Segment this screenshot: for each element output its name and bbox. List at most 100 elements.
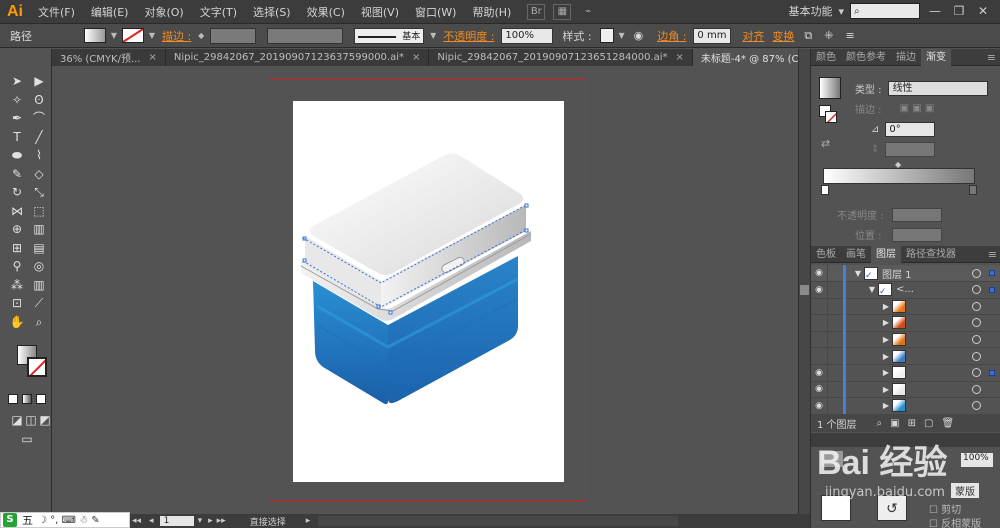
panel-menu-icon[interactable]: ≡ bbox=[846, 29, 855, 42]
aspect-ratio-field[interactable] bbox=[885, 142, 936, 157]
visibility-eye-icon[interactable]: ◉ bbox=[811, 401, 827, 411]
eraser-icon[interactable]: ◇ bbox=[30, 166, 48, 182]
pencil-icon[interactable]: ✎ bbox=[8, 166, 26, 182]
new-sublayer-icon[interactable]: ⊞ bbox=[908, 418, 916, 429]
corner-label[interactable]: 边角 : bbox=[657, 28, 686, 44]
rotate-tool-icon[interactable]: ↻ bbox=[8, 184, 26, 200]
canvas-vertical-scrollbar[interactable] bbox=[798, 49, 810, 514]
stroke-weight-label[interactable]: 描边 : bbox=[162, 28, 191, 44]
opacity-label[interactable]: 不透明度 : bbox=[443, 28, 494, 44]
layer-row[interactable]: ▶ bbox=[811, 297, 1000, 316]
layer-row[interactable]: ◉ ▶ bbox=[811, 397, 1000, 415]
gradient-midpoint-icon[interactable]: ◆ bbox=[895, 160, 901, 169]
visibility-eye-icon[interactable]: ◉ bbox=[811, 368, 827, 378]
gradient-stop-right[interactable] bbox=[969, 185, 977, 195]
target-circle-icon[interactable] bbox=[972, 351, 981, 361]
stroke-gradient-option-icon[interactable]: ▣ ▣ ▣ bbox=[900, 103, 935, 114]
gradient-slider[interactable] bbox=[823, 168, 975, 184]
locate-object-icon[interactable]: ⌕ bbox=[877, 418, 883, 429]
color-tab-2[interactable]: 描边 bbox=[891, 49, 921, 66]
align-link[interactable]: 对齐 bbox=[742, 28, 764, 44]
expand-triangle-icon[interactable]: ▶ bbox=[880, 335, 892, 344]
menu-item-8[interactable]: 帮助(H) bbox=[472, 4, 511, 20]
selection-indicator[interactable] bbox=[989, 369, 995, 376]
ellipse-tool-icon[interactable]: ⬬ bbox=[8, 147, 26, 163]
scrollbar-thumb[interactable] bbox=[800, 285, 809, 295]
target-circle-icon[interactable] bbox=[972, 268, 981, 278]
gradient-mode-icon[interactable] bbox=[22, 394, 32, 404]
none-mode-icon[interactable] bbox=[36, 394, 46, 404]
next-page-icon[interactable]: ▸ bbox=[208, 516, 213, 526]
color-mode-icon[interactable] bbox=[8, 394, 18, 404]
brush-definition-field[interactable]: 基本 bbox=[354, 27, 425, 44]
symbol-sprayer-icon[interactable]: ⁂ bbox=[8, 277, 26, 293]
lock-toggle[interactable] bbox=[827, 364, 843, 382]
lock-toggle[interactable] bbox=[827, 281, 843, 299]
lasso-icon[interactable]: ʘ bbox=[30, 92, 48, 108]
color-tab-0[interactable]: 颜色 bbox=[811, 49, 841, 66]
gradient-type-select[interactable]: 线性 bbox=[887, 81, 988, 96]
gradient-angle-field[interactable]: 0° bbox=[885, 122, 936, 137]
puppet-warp-icon[interactable]: ⁜ bbox=[824, 29, 833, 42]
layer-row[interactable]: ◉ ▶ bbox=[811, 380, 1000, 399]
last-page-icon[interactable]: ▸▸ bbox=[217, 516, 226, 526]
stroke-mini-icon[interactable] bbox=[825, 111, 837, 123]
layer-row[interactable]: ▶ bbox=[811, 314, 1000, 332]
selection-tool-icon[interactable]: ➤ bbox=[8, 73, 26, 89]
make-clipping-mask-icon[interactable]: ▣ bbox=[890, 418, 899, 429]
visibility-eye-icon[interactable]: ◉ bbox=[811, 285, 827, 295]
slice-tool-icon[interactable]: ⟋ bbox=[30, 295, 48, 311]
brush-dropdown-icon[interactable]: ▼ bbox=[427, 28, 439, 43]
canvas-area[interactable] bbox=[52, 66, 798, 514]
gpu-performance-icon[interactable]: ⌁ bbox=[579, 4, 597, 20]
gradient-position-field[interactable] bbox=[891, 227, 942, 242]
target-circle-icon[interactable] bbox=[972, 301, 981, 311]
mesh-tool-icon[interactable]: ⊞ bbox=[8, 240, 26, 256]
transparency-opacity-field[interactable]: 100% bbox=[961, 453, 993, 467]
lock-toggle[interactable] bbox=[827, 330, 843, 348]
target-circle-icon[interactable] bbox=[972, 334, 981, 344]
type-tool-icon[interactable]: T bbox=[8, 129, 26, 145]
menu-item-1[interactable]: 编辑(E) bbox=[91, 4, 129, 20]
expand-triangle-icon[interactable]: ▶ bbox=[880, 368, 892, 377]
restore-button[interactable]: ❐ bbox=[950, 3, 968, 19]
free-transform-icon[interactable]: ⬚ bbox=[30, 203, 48, 219]
page-dropdown-icon[interactable]: ▾ bbox=[198, 516, 203, 526]
arrange-documents-icon[interactable]: ▦ bbox=[553, 3, 572, 20]
magic-wand-icon[interactable]: ✧ bbox=[8, 92, 26, 108]
collapse-triangle-icon[interactable]: ▼ bbox=[852, 269, 864, 278]
expand-triangle-icon[interactable]: ▶ bbox=[880, 352, 892, 361]
layer-row[interactable]: ◉ ▼ ✓ <... bbox=[811, 281, 1000, 299]
lock-toggle[interactable] bbox=[827, 297, 843, 315]
layer-row[interactable]: ◉ ▼ ✓ 图层 1 bbox=[811, 264, 1000, 282]
minimize-button[interactable]: — bbox=[926, 3, 944, 19]
lock-toggle[interactable] bbox=[827, 397, 843, 415]
document-tab-1[interactable]: Nipic_29842067_20190907123637599000.ai* × bbox=[166, 49, 430, 66]
layer-row[interactable]: ◉ ▶ bbox=[811, 364, 1000, 382]
target-circle-icon[interactable] bbox=[972, 401, 981, 411]
invert-mask-checkbox[interactable]: ☐ 反相蒙版 bbox=[929, 515, 981, 528]
menu-item-2[interactable]: 对象(O) bbox=[144, 4, 183, 20]
tab-close-icon[interactable]: × bbox=[676, 52, 684, 63]
stroke-weight-stepper[interactable]: ◆ bbox=[195, 28, 207, 43]
layer-row[interactable]: ▶ bbox=[811, 347, 1000, 365]
sogou-icon[interactable]: S bbox=[3, 513, 17, 527]
expand-triangle-icon[interactable]: ▶ bbox=[880, 302, 892, 311]
lock-toggle[interactable] bbox=[827, 380, 843, 398]
lock-toggle[interactable] bbox=[827, 347, 843, 365]
layers-tab-2[interactable]: 图层 bbox=[871, 245, 901, 263]
menu-item-6[interactable]: 视图(V) bbox=[361, 4, 399, 20]
lock-toggle[interactable] bbox=[827, 314, 843, 332]
document-tab-0[interactable]: 36% (CMYK/预... × bbox=[52, 49, 166, 66]
selection-indicator[interactable] bbox=[989, 270, 995, 276]
fill-dropdown-icon[interactable]: ▼ bbox=[108, 28, 120, 43]
isolate-object-icon[interactable]: ⧉ bbox=[804, 29, 812, 43]
new-layer-icon[interactable]: ▢ bbox=[924, 418, 933, 429]
expand-triangle-icon[interactable]: ▶ bbox=[880, 318, 892, 327]
reverse-gradient-icon[interactable]: ⇄ bbox=[821, 137, 830, 150]
menu-item-3[interactable]: 文字(T) bbox=[200, 4, 237, 20]
blend-tool-icon[interactable]: ◎ bbox=[30, 258, 48, 274]
ime-toolbar[interactable]: S 五 ☽ °, ⌨ ☃ ✎ bbox=[0, 512, 130, 528]
target-circle-icon[interactable] bbox=[972, 318, 981, 328]
stroke-color-icon[interactable] bbox=[27, 357, 47, 377]
